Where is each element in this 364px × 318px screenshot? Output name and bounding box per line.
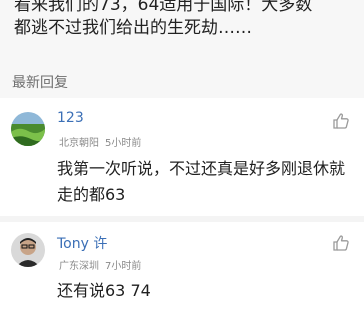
- comment-page: 看来我们的73，64适用于国际！大多数 都逃不过我们给出的生死劫…… 最新回复 …: [0, 0, 364, 318]
- comment-location: 广东深圳: [59, 261, 99, 272]
- landscape-avatar-icon: [11, 112, 45, 146]
- comment-item[interactable]: 123 北京朝阳 5小时前 我第一次听说，不过还真是好多刚退休就走的都63: [0, 98, 364, 216]
- article-excerpt: 看来我们的73，64适用于国际！大多数 都逃不过我们给出的生死劫……: [0, 0, 364, 48]
- comment-location: 北京朝阳: [59, 138, 99, 149]
- section-title: 最新回复: [12, 75, 68, 91]
- avatar[interactable]: [11, 112, 45, 146]
- comment-username[interactable]: Tony 许: [57, 233, 107, 253]
- comment-text: 还有说63 74: [57, 281, 151, 300]
- person-avatar-icon: [11, 233, 45, 267]
- comment-time: 7小时前: [105, 261, 142, 272]
- comment-time: 5小时前: [105, 138, 142, 149]
- comment-text: 我第一次听说，不过还真是好多刚退休就走的都63: [57, 159, 346, 204]
- thumbs-up-icon[interactable]: [332, 234, 350, 252]
- comment-meta: 北京朝阳 5小时前: [59, 134, 141, 149]
- avatar[interactable]: [11, 233, 45, 267]
- comment-meta: 广东深圳 7小时前: [59, 257, 141, 272]
- comment-username[interactable]: 123: [57, 110, 84, 126]
- comment-item[interactable]: Tony 许 广东深圳 7小时前 还有说63 74: [0, 222, 364, 318]
- article-text-line: 都逃不过我们给出的生死劫……: [14, 18, 252, 38]
- thumbs-up-icon[interactable]: [332, 112, 350, 130]
